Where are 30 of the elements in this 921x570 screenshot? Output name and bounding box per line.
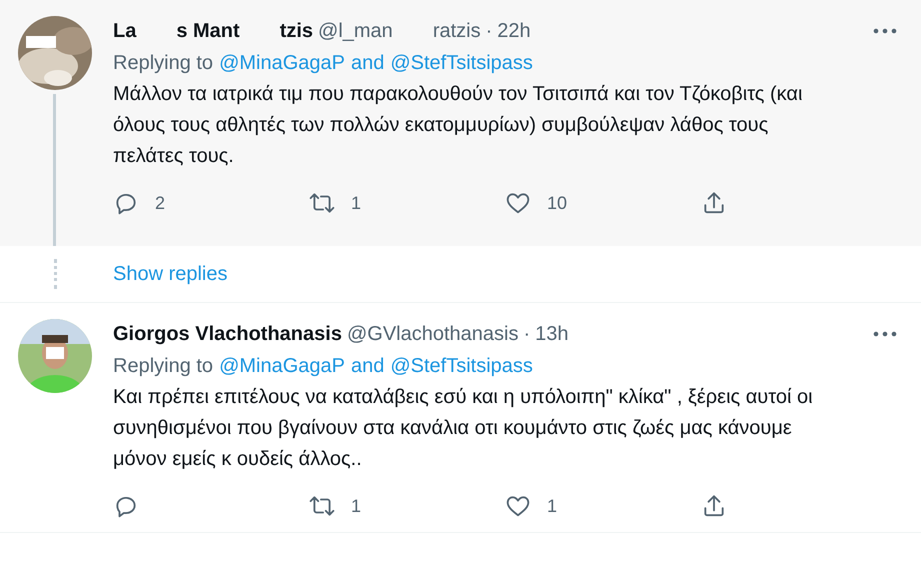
- author-name[interactable]: La: [113, 20, 136, 42]
- conjunction: and: [350, 355, 384, 378]
- mention-link[interactable]: @MinaGagaP: [219, 52, 345, 75]
- replying-label: Replying to: [113, 52, 214, 75]
- tweet-text: Και πρέπει επιτέλους να καταλάβεις εσύ και η υπόλοιπη" κλίκα" , ξέρεις αυτοί οι συνηθισμένοι που βγαίνουν στα κανάλια οτι κουμάντο στις ζωές μας κάνουμε μόνον εμείς κ ουδείς άλλος..: [113, 385, 813, 472]
- conjunction: and: [350, 52, 384, 75]
- author-name[interactable]: s Mant: [176, 20, 240, 42]
- separator-dot: ·: [523, 322, 530, 346]
- timestamp: 13h: [535, 322, 569, 346]
- author-name[interactable]: tzis: [280, 20, 314, 42]
- action-count: 10: [547, 192, 568, 214]
- mention-link[interactable]: @StefTsitsipass: [390, 52, 533, 75]
- action-count: 1: [547, 496, 558, 516]
- show-replies-link[interactable]: Show replies: [113, 262, 228, 286]
- separator-dot: ·: [486, 20, 492, 42]
- tweet-text: Μάλλον τα ιατρικά τιμ που παρακολουθούν τον Τσιτσιπά και τον Τζόκοβιτς (και όλους τους αθλητές των πολλών εκατομμυρίων) συμβούλεψαν λάθος τους πελάτες τους.: [113, 82, 804, 169]
- action-count: 1: [351, 192, 362, 214]
- mention-link[interactable]: @StefTsitsipass: [390, 355, 533, 378]
- action-count: 1: [351, 496, 362, 516]
- action-count: 2: [155, 192, 166, 214]
- timestamp: 22h: [497, 20, 531, 42]
- more-icon[interactable]: [873, 28, 897, 34]
- author-name[interactable]: Giorgos Vlachothanasis: [113, 322, 342, 346]
- replying-label: Replying to: [113, 355, 214, 378]
- author-handle: @GVlachothanasis: [346, 322, 518, 346]
- thread-dots: [54, 259, 57, 289]
- mention-link[interactable]: @MinaGagaP: [219, 355, 345, 378]
- author-handle: @l_man: [318, 20, 393, 42]
- more-icon[interactable]: [873, 331, 897, 337]
- author-handle: ratzis: [432, 20, 481, 42]
